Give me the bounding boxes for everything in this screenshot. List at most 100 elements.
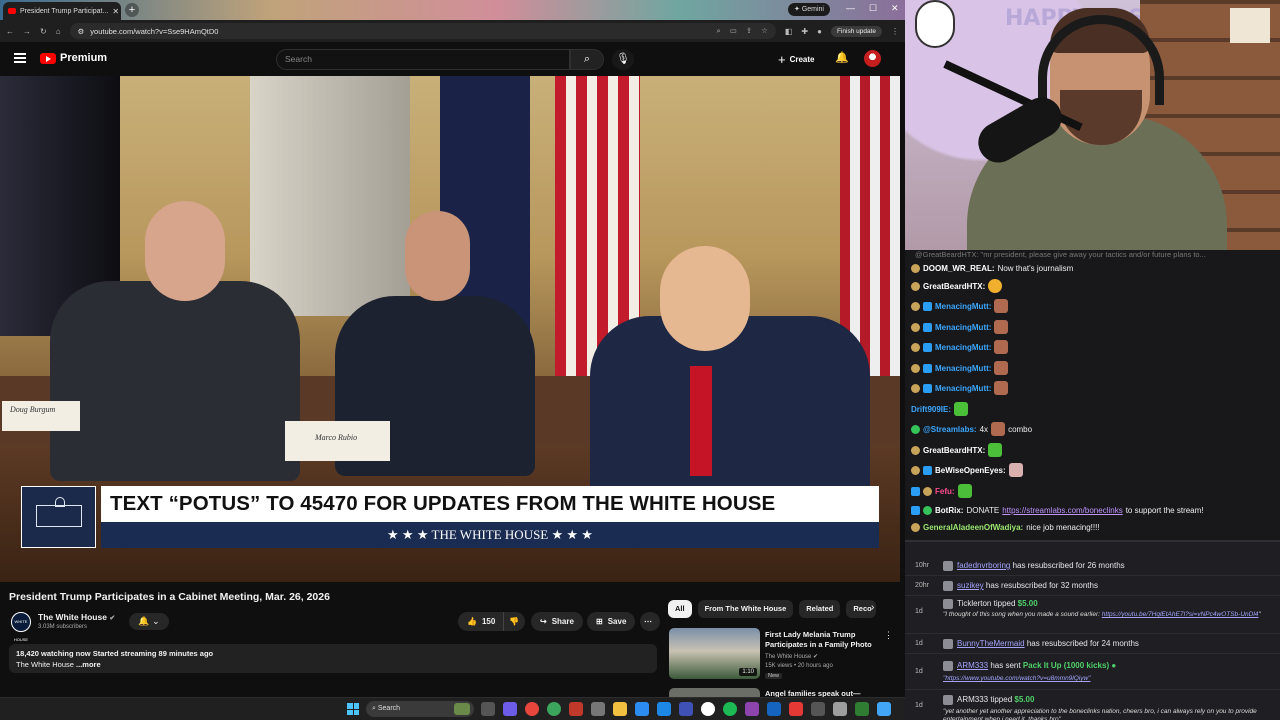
alert-user[interactable]: suzikey — [957, 581, 984, 590]
chat-username[interactable]: BotRix: — [935, 506, 963, 515]
channel-name[interactable]: The White House ✔ — [38, 612, 115, 622]
like-button[interactable]: 👍 150 — [458, 612, 503, 631]
close-tab-icon[interactable]: ✕ — [112, 7, 119, 16]
microphone-icon[interactable]: 🎙 — [612, 49, 634, 70]
reload-icon[interactable]: ↻ — [40, 27, 47, 36]
minimize-icon[interactable]: — — [846, 3, 855, 13]
description-more-link[interactable]: ...more — [76, 660, 101, 669]
app-icon-18[interactable] — [877, 702, 891, 716]
chat-username[interactable]: MenacingMutt: — [935, 364, 991, 373]
cast-icon[interactable]: ▭ — [730, 26, 737, 36]
new-tab-button[interactable]: + — [125, 3, 139, 17]
chat-username[interactable]: MenacingMutt: — [935, 384, 991, 393]
task-view-icon[interactable] — [481, 702, 495, 716]
chat-username[interactable]: MenacingMutt: — [935, 302, 991, 311]
share-button[interactable]: ↪ Share — [531, 612, 583, 631]
alert-user[interactable]: Ticklerton — [957, 599, 991, 608]
video-player[interactable]: Doug Burgum Marco Rubio TEXT “POTUS” TO … — [0, 76, 900, 582]
close-window-icon[interactable]: ✕ — [891, 3, 899, 14]
app-icon-13[interactable] — [767, 702, 781, 716]
chip-related[interactable]: Related — [799, 600, 841, 618]
app-icon-9[interactable] — [679, 702, 693, 716]
app-icon-1[interactable] — [503, 702, 517, 716]
bookmark-star-icon[interactable]: ☆ — [761, 26, 768, 36]
extension-icon[interactable]: ◧ — [785, 27, 793, 36]
app-icon-12[interactable] — [745, 702, 759, 716]
app-icon-4[interactable] — [569, 702, 583, 716]
app-icon-14[interactable] — [789, 702, 803, 716]
share-icon[interactable]: ⇪ — [746, 26, 752, 36]
back-icon[interactable]: ← — [6, 27, 14, 36]
dislike-button[interactable]: 👎 — [503, 612, 525, 631]
chat-username[interactable]: @Streamlabs: — [923, 425, 977, 434]
maximize-icon[interactable]: ☐ — [869, 3, 877, 14]
chat-username[interactable]: DOOM_WR_REAL: — [923, 264, 995, 273]
url-field[interactable]: ⚙ youtube.com/watch?v=Sse9HAmQtD0 ⌕ ▭ ⇪ … — [69, 23, 776, 39]
gemini-button[interactable]: ✦ Gemini — [788, 3, 830, 16]
chat-username[interactable]: MenacingMutt: — [935, 323, 991, 332]
chat-username[interactable]: GreatBeardHTX: — [923, 446, 985, 455]
notifications-bell-icon[interactable]: 🔔 — [835, 51, 849, 64]
create-button[interactable]: + Create — [778, 52, 815, 67]
youtube-logo[interactable]: Premium — [40, 52, 107, 64]
alert-link[interactable]: "https://www.youtube.com/watch?v=u8mmn9l… — [943, 675, 1091, 682]
windows-start-icon[interactable] — [347, 703, 359, 715]
recommended-video[interactable]: 1:10 First Lady Melania Trump Participat… — [669, 628, 893, 680]
chat-link[interactable]: https://streamlabs.com/boneclinks — [1002, 506, 1123, 515]
zoom-icon[interactable]: ⌕ — [717, 26, 721, 36]
spotify-icon[interactable] — [723, 702, 737, 716]
app-icon-5[interactable] — [591, 702, 605, 716]
more-actions-button[interactable]: ⋯ — [640, 612, 660, 631]
more-vertical-icon[interactable]: ⋮ — [884, 630, 893, 641]
app-icon-17[interactable] — [855, 702, 869, 716]
chat-username[interactable]: MenacingMutt: — [935, 343, 991, 352]
finish-update-button[interactable]: Finish update — [830, 25, 882, 37]
chat-username[interactable]: GreatBeardHTX: — [923, 282, 985, 291]
white-house-logo — [21, 486, 96, 548]
chat-username[interactable]: BeWiseOpenEyes: — [935, 466, 1006, 475]
hamburger-menu-icon[interactable] — [14, 53, 26, 63]
search-icon[interactable]: ⌕ — [570, 49, 604, 70]
recommended-thumbnail[interactable]: 1:10 — [669, 628, 760, 679]
chevron-right-icon[interactable]: › — [871, 602, 874, 613]
alert-amount: $5.00 — [1017, 599, 1038, 608]
forward-icon[interactable]: → — [23, 27, 31, 36]
alert-text: BunnyTheMermaid has resubscribed for 24 … — [957, 639, 1139, 648]
alert-user[interactable]: BunnyTheMermaid — [957, 639, 1025, 648]
alert-user[interactable]: fadednvrboring — [957, 561, 1010, 570]
user-avatar[interactable] — [864, 50, 881, 67]
tab-title: President Trump Participat... — [20, 7, 109, 15]
site-info-icon[interactable]: ⚙ — [78, 27, 85, 36]
recommended-title[interactable]: First Lady Melania Trump Participates in… — [765, 630, 877, 650]
recommended-title-2[interactable]: Angel families speak out— — [765, 689, 860, 697]
chat-username[interactable]: Fefu: — [935, 487, 955, 496]
menu-kebab-icon[interactable]: ⋮ — [891, 27, 899, 36]
alert-user[interactable]: ARM333 — [957, 695, 988, 704]
recommended-thumbnail-2[interactable] — [669, 688, 760, 697]
tab-youtube[interactable]: President Trump Participat... ✕ — [3, 2, 121, 20]
chip-from-channel[interactable]: From The White House — [697, 600, 794, 618]
file-explorer-icon[interactable] — [613, 702, 627, 716]
alert-link[interactable]: https://youtu.be/7HqlEtAhE7I?si=vNPc4wOT… — [1102, 611, 1259, 618]
app-icon-3[interactable] — [547, 702, 561, 716]
chat-username[interactable]: GeneralAladeenOfWadiya: — [923, 523, 1023, 532]
app-icon-8[interactable] — [657, 702, 671, 716]
app-icon-7[interactable] — [635, 702, 649, 716]
taskbar-search[interactable]: ⌕ Search — [366, 701, 474, 717]
app-icon-15[interactable] — [811, 702, 825, 716]
search-input[interactable]: Search — [276, 49, 570, 70]
app-icon-16[interactable] — [833, 702, 847, 716]
chat-username[interactable]: Drift909IE: — [911, 405, 951, 414]
home-icon[interactable]: ⌂ — [56, 27, 61, 36]
alert-user[interactable]: ARM333 — [957, 661, 988, 670]
chip-all[interactable]: All — [668, 600, 692, 618]
app-icon-10[interactable] — [701, 702, 715, 716]
save-button[interactable]: ⊞ Save — [587, 612, 636, 631]
subscribed-bell-button[interactable]: 🔔 ⌄ — [129, 613, 169, 630]
extensions-puzzle-icon[interactable]: ✚ — [801, 27, 808, 36]
youtube-play-icon — [40, 52, 56, 64]
channel-avatar[interactable]: WHITE HOUSE — [11, 612, 31, 642]
profile-icon[interactable]: ● — [817, 27, 822, 36]
description-box[interactable]: 18,420 watching now Started streaming 89… — [9, 644, 657, 673]
chrome-icon[interactable] — [525, 702, 539, 716]
